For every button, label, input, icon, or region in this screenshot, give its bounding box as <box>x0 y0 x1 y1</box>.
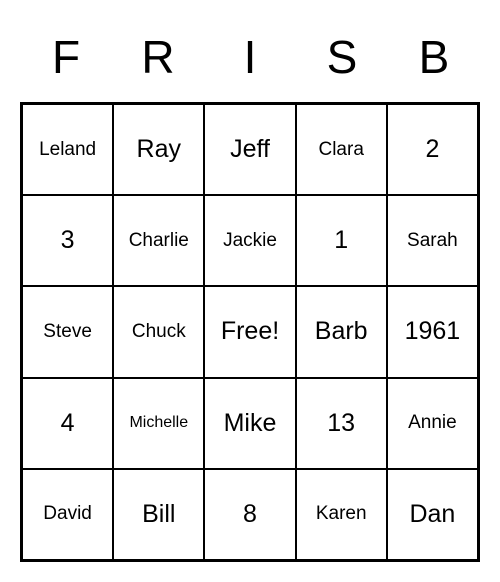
bingo-cell-1-4[interactable]: Sarah <box>387 195 478 286</box>
bingo-cell-0-1[interactable]: Ray <box>113 104 204 195</box>
bingo-cell-2-2[interactable]: Free! <box>204 286 295 377</box>
bingo-cell-3-0[interactable]: 4 <box>22 378 113 469</box>
bingo-cell-0-0[interactable]: Leland <box>22 104 113 195</box>
header-col-0: F <box>20 20 112 102</box>
header-col-3: S <box>296 20 388 102</box>
bingo-cell-4-3[interactable]: Karen <box>296 469 387 560</box>
bingo-cell-0-4[interactable]: 2 <box>387 104 478 195</box>
bingo-grid: LelandRayJeffClara2 3CharlieJackie1Sarah S… <box>20 102 480 562</box>
header-row: F R I S B <box>20 20 480 102</box>
header-col-2: I <box>204 20 296 102</box>
bingo-cell-4-1[interactable]: Bill <box>113 469 204 560</box>
bingo-cell-1-0[interactable]: 3 <box>22 195 113 286</box>
bingo-cell-1-1[interactable]: Charlie <box>113 195 204 286</box>
bingo-cell-2-0[interactable]: Steve <box>22 286 113 377</box>
bingo-cell-2-3[interactable]: Barb <box>296 286 387 377</box>
bingo-card: F R I S B LelandRayJeffClara2 3CharlieJac… <box>20 20 480 562</box>
header-col-1: R <box>112 20 204 102</box>
bingo-cell-0-3[interactable]: Clara <box>296 104 387 195</box>
bingo-cell-2-4[interactable]: 1961 <box>387 286 478 377</box>
bingo-cell-3-2[interactable]: Mike <box>204 378 295 469</box>
bingo-cell-1-3[interactable]: 1 <box>296 195 387 286</box>
bingo-cell-0-2[interactable]: Jeff <box>204 104 295 195</box>
bingo-cell-3-1[interactable]: Michelle <box>113 378 204 469</box>
bingo-cell-1-2[interactable]: Jackie <box>204 195 295 286</box>
bingo-cell-4-4[interactable]: Dan <box>387 469 478 560</box>
bingo-cell-3-3[interactable]: 13 <box>296 378 387 469</box>
bingo-cell-4-2[interactable]: 8 <box>204 469 295 560</box>
bingo-cell-3-4[interactable]: Annie <box>387 378 478 469</box>
bingo-cell-4-0[interactable]: David <box>22 469 113 560</box>
bingo-cell-2-1[interactable]: Chuck <box>113 286 204 377</box>
header-col-4: B <box>388 20 480 102</box>
